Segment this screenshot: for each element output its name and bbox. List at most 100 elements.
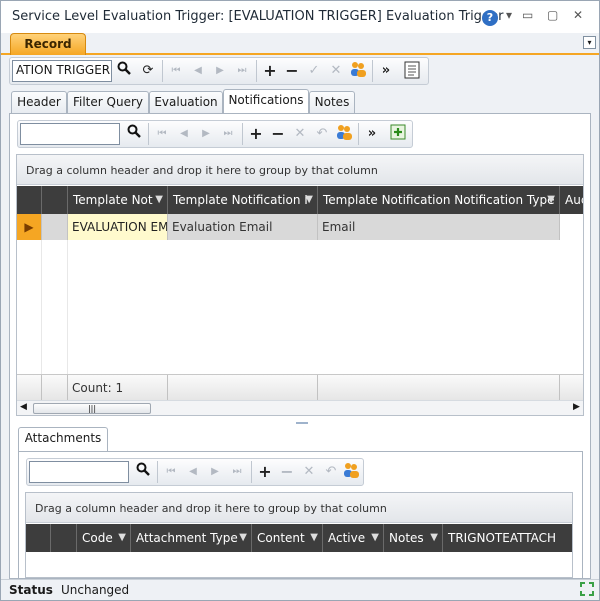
table-row[interactable]: ▶ EVALUATION EMA Evaluation Email Email <box>17 214 583 240</box>
attachments-panel: ⏮ ◀ ▶ ⏭ + − ✕ ↶ Drag a column header and… <box>18 451 583 579</box>
notes-icon[interactable] <box>402 61 422 81</box>
last-record-icon: ⏭ <box>237 65 247 76</box>
first-record-icon: ⏮ <box>157 128 167 139</box>
cancel-icon: ✕ <box>294 126 306 141</box>
more-icon[interactable]: » <box>362 124 382 144</box>
last-record-icon: ⏭ <box>223 128 233 139</box>
search-icon[interactable] <box>114 61 134 81</box>
search-icon[interactable] <box>124 124 144 144</box>
window-title: Service Level Evaluation Trigger: [EVALU… <box>12 9 504 24</box>
record-search-input[interactable]: ATION TRIGGER <box>12 60 112 82</box>
column-header[interactable]: Code ▼ <box>77 524 131 552</box>
tab-filter-query[interactable]: Filter Query <box>67 91 149 113</box>
tab-notes[interactable]: Notes <box>309 91 355 113</box>
remove-icon[interactable]: − <box>268 124 288 144</box>
users-icon[interactable] <box>334 124 354 144</box>
splitter-handle[interactable] <box>296 422 308 424</box>
scroll-thumb[interactable]: ||| <box>33 403 151 414</box>
group-by-hint: Drag a column header and drop it here to… <box>17 155 583 185</box>
undo-icon: ↶ <box>325 464 337 479</box>
minimize-button[interactable]: ▭ <box>522 8 533 22</box>
add-icon[interactable]: + <box>246 124 266 144</box>
table-cell[interactable]: EVALUATION EMA <box>68 214 168 240</box>
footer-cell <box>168 375 318 401</box>
users-icon[interactable] <box>341 462 361 482</box>
tab-notifications[interactable]: Notifications <box>223 89 309 114</box>
accept-icon: ✓ <box>308 63 320 78</box>
horizontal-scrollbar[interactable]: ◀ ||| ▶ <box>17 400 583 415</box>
footer-cell <box>17 375 42 401</box>
grid-header-row: Template Not ▼ Template Notification I ▼ T… <box>17 186 583 214</box>
notifications-search-input[interactable] <box>20 123 120 145</box>
maximize-button[interactable]: ▢ <box>547 8 558 22</box>
next-record-icon: ▶ <box>216 65 224 76</box>
table-cell[interactable]: Evaluation Email <box>168 214 318 240</box>
footer-cell <box>42 375 68 401</box>
filter-icon[interactable]: ▼ <box>155 186 163 214</box>
column-header[interactable]: Template Notification Notification Type ▼ <box>318 186 560 214</box>
first-record-icon: ⏮ <box>166 466 176 477</box>
filter-icon[interactable]: ▼ <box>310 524 318 552</box>
add-icon[interactable]: + <box>260 61 280 81</box>
group-by-hint: Drag a column header and drop it here to… <box>26 493 572 523</box>
record-tab[interactable]: Record <box>10 33 86 55</box>
refresh-icon[interactable]: ⟳ <box>138 61 158 81</box>
column-header[interactable]: Attachment Type ▼ <box>131 524 252 552</box>
row-number-header <box>42 186 68 214</box>
close-button[interactable]: ✕ <box>573 8 583 22</box>
scroll-right-icon[interactable]: ▶ <box>573 402 580 412</box>
table-cell[interactable] <box>560 214 583 240</box>
column-header[interactable]: Content ▼ <box>252 524 323 552</box>
filter-icon[interactable]: ▼ <box>305 186 313 214</box>
column-header[interactable]: Template Not ▼ <box>68 186 168 214</box>
column-header[interactable]: Active ▼ <box>323 524 384 552</box>
attachments-grid: Drag a column header and drop it here to… <box>25 492 573 578</box>
collapse-icon[interactable]: ▾ <box>583 36 596 49</box>
vertical-scrollbar[interactable] <box>583 214 584 384</box>
users-icon[interactable] <box>348 61 368 81</box>
table-cell[interactable]: Email <box>318 214 560 240</box>
search-icon[interactable] <box>133 462 153 482</box>
attachments-toolbar: ⏮ ◀ ▶ ⏭ + − ✕ ↶ <box>26 458 364 486</box>
tab-attachments[interactable]: Attachments <box>18 427 108 452</box>
row-number-cell <box>42 214 68 240</box>
filter-icon[interactable]: ▼ <box>371 524 379 552</box>
previous-record-icon: ◀ <box>180 128 188 139</box>
notifications-panel: ⏮ ◀ ▶ ⏭ + − ✕ ↶ » Drag a column header a… <box>9 113 591 579</box>
help-icon[interactable]: ? <box>482 10 498 26</box>
attachments-search-input[interactable] <box>29 461 129 483</box>
row-indicator-header <box>26 524 51 552</box>
last-record-icon: ⏭ <box>232 466 242 477</box>
more-icon[interactable]: » <box>376 61 396 81</box>
remove-icon: − <box>280 462 294 481</box>
grid-footer: Count: 1 <box>17 374 583 401</box>
footer-cell <box>318 375 560 401</box>
notifications-grid: Drag a column header and drop it here to… <box>16 154 584 416</box>
filter-icon[interactable]: ▼ <box>547 186 555 214</box>
column-header[interactable]: Auc <box>560 186 583 214</box>
remove-icon[interactable]: − <box>282 61 302 81</box>
vertical-scrollbar[interactable] <box>572 493 573 578</box>
chevron-down-icon[interactable]: ▾ <box>506 8 512 22</box>
filter-icon[interactable]: ▼ <box>239 524 247 552</box>
first-record-icon: ⏮ <box>171 65 181 76</box>
window: Service Level Evaluation Trigger: [EVALU… <box>0 0 600 601</box>
status-label: Status <box>9 583 53 597</box>
add-row-icon[interactable] <box>388 124 408 144</box>
cancel-icon: ✕ <box>303 464 315 479</box>
resize-grip-icon[interactable] <box>579 581 595 597</box>
previous-record-icon: ◀ <box>194 65 202 76</box>
add-icon[interactable]: + <box>255 462 275 482</box>
scroll-left-icon[interactable]: ◀ <box>20 402 27 412</box>
column-header[interactable]: Notes ▼ <box>384 524 443 552</box>
filter-icon[interactable]: ▼ <box>118 524 126 552</box>
column-header[interactable]: TRIGNOTEATTACH <box>443 524 572 552</box>
tab-evaluation[interactable]: Evaluation <box>149 91 223 113</box>
title-bar: Service Level Evaluation Trigger: [EVALU… <box>1 1 599 33</box>
row-count: Count: 1 <box>68 375 168 401</box>
column-header[interactable]: Template Notification I ▼ <box>168 186 318 214</box>
record-toolbar: ATION TRIGGER ⟳ ⏮ ◀ ▶ ⏭ + − ✓ ✕ » <box>9 57 429 85</box>
filter-icon[interactable]: ▼ <box>430 524 438 552</box>
tab-header[interactable]: Header <box>11 91 67 113</box>
status-value: Unchanged <box>61 583 130 597</box>
